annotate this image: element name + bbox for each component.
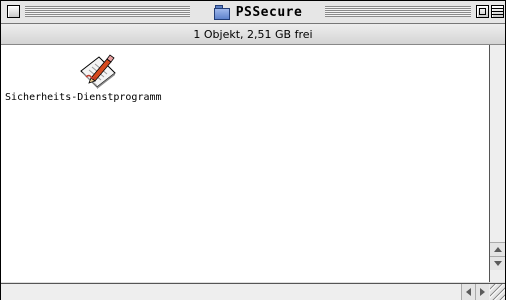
folder-content-area[interactable]: Sicherheits-Dienstprogramm [1, 45, 490, 282]
item-count-free-space: 1 Objekt, 2,51 GB frei [193, 27, 313, 41]
scroll-up-button[interactable] [490, 242, 505, 256]
arrow-up-icon [493, 247, 502, 252]
title-bar[interactable]: PSSecure [1, 1, 505, 24]
document-pencil-icon[interactable] [77, 53, 117, 91]
info-bar: 1 Objekt, 2,51 GB frei [1, 24, 505, 45]
vertical-scrollbar[interactable] [490, 45, 505, 282]
file-item-sicherheits-dienstprogramm[interactable]: Sicherheits-Dienstprogramm [5, 53, 195, 111]
title-stripes-right [325, 6, 471, 17]
arrow-down-icon [493, 261, 502, 266]
file-item-label[interactable]: Sicherheits-Dienstprogramm [5, 92, 162, 103]
finder-window: PSSecure 1 Objekt, 2,51 GB frei Sicherhe… [0, 0, 506, 300]
arrow-right-icon [480, 288, 485, 296]
horizontal-scrollbar[interactable] [1, 283, 490, 300]
close-box-button[interactable] [7, 5, 20, 18]
scroll-down-button[interactable] [490, 256, 505, 270]
resize-grow-box[interactable] [490, 283, 505, 300]
zoom-box-button[interactable] [476, 5, 489, 18]
scroll-right-button[interactable] [475, 284, 489, 300]
folder-icon [213, 5, 230, 20]
scroll-left-button[interactable] [461, 284, 475, 300]
window-title-text: PSSecure [235, 4, 303, 20]
arrow-left-icon [466, 288, 471, 296]
window-title: PSSecure [191, 2, 325, 22]
title-stripes-left [25, 6, 190, 17]
collapse-box-button[interactable] [491, 5, 504, 18]
